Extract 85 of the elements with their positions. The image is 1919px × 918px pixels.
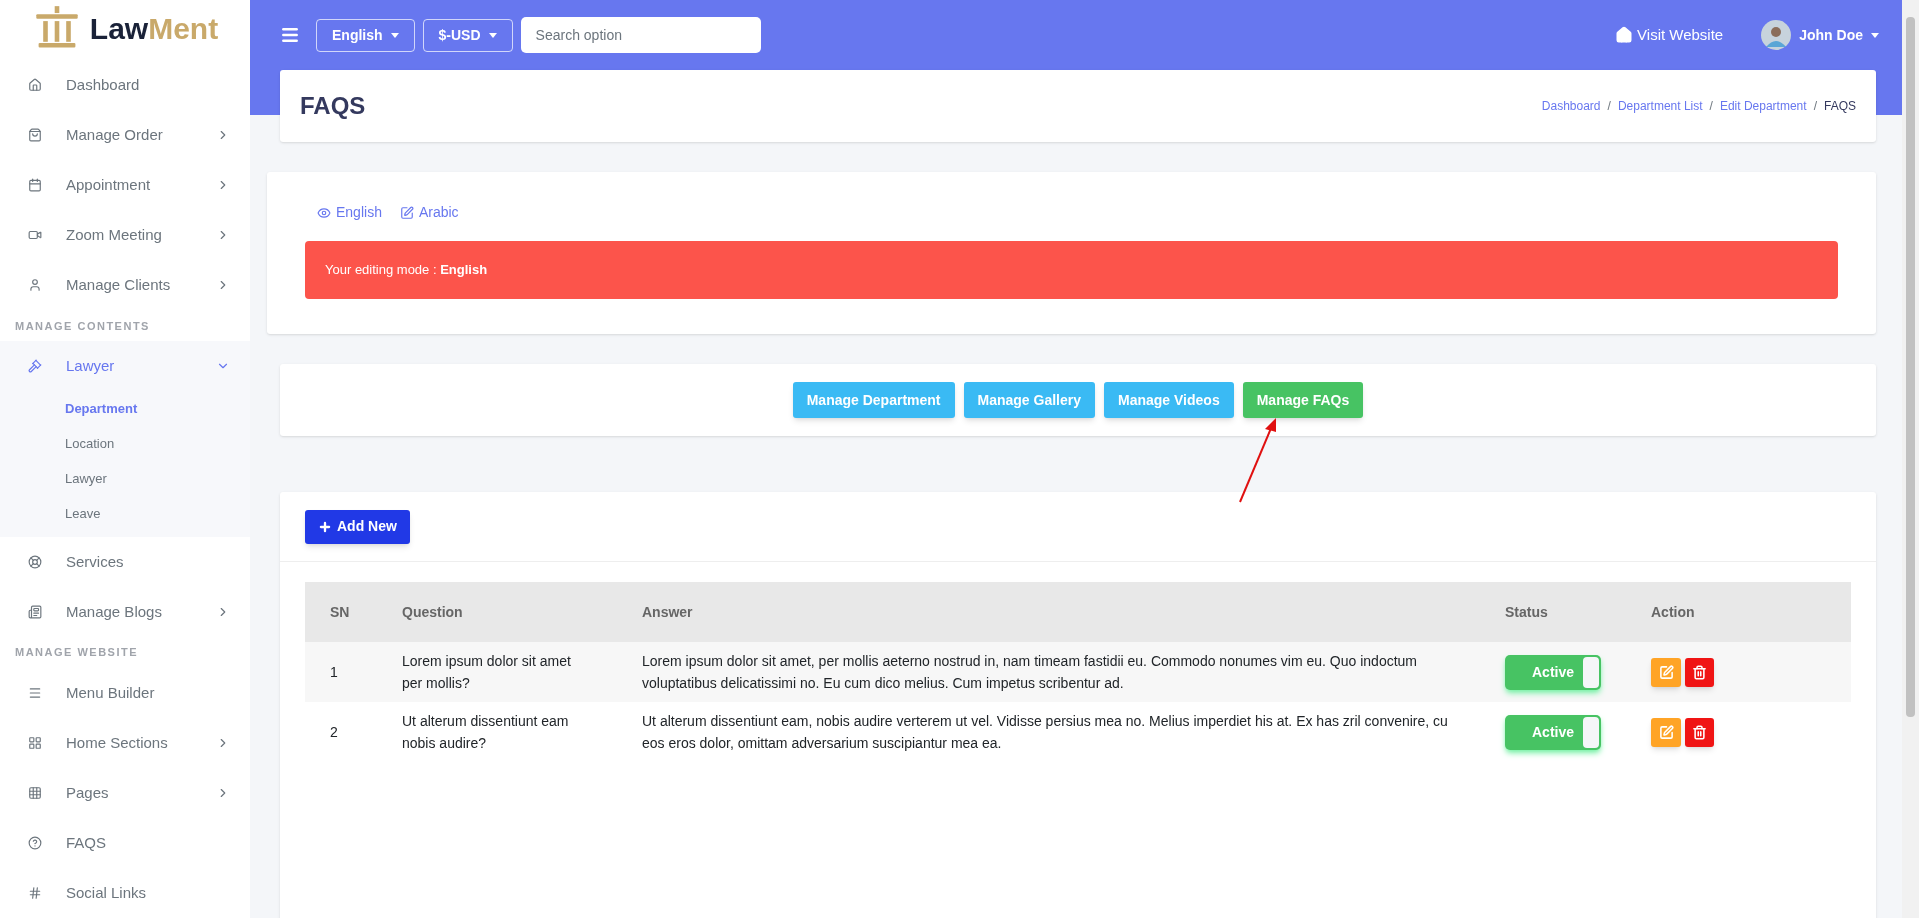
breadcrumb-current: FAQS: [1824, 98, 1856, 115]
status-toggle[interactable]: Active: [1505, 654, 1601, 690]
sidebar-heading: MANAGE WEBSITE: [14, 645, 140, 661]
edit-icon: [1658, 724, 1674, 740]
table-cell: 2: [305, 702, 377, 762]
caret-icon: [488, 32, 497, 38]
trash-icon: [1692, 724, 1707, 740]
eye-icon: [317, 205, 331, 220]
breadcrumb-link[interactable]: Edit Department: [1719, 97, 1807, 115]
edit-button[interactable]: [1651, 717, 1681, 747]
add-new-button[interactable]: Add New: [305, 509, 410, 544]
calendar-icon: [28, 178, 42, 193]
sidebar-item[interactable]: Social Links: [0, 868, 250, 918]
submenu-item[interactable]: Department: [0, 391, 250, 427]
brand-name: LawMent: [89, 10, 219, 47]
edit-icon: [399, 205, 414, 220]
section-button[interactable]: Manage Videos: [1104, 382, 1234, 418]
avatar: [1761, 20, 1792, 50]
edit-button[interactable]: [1651, 657, 1681, 687]
table-cell: 1: [305, 642, 377, 702]
bag-icon: [28, 128, 42, 143]
alert-text: Your editing mode : English: [325, 261, 488, 280]
status-toggle[interactable]: Active: [1505, 714, 1601, 750]
grid-icon: [28, 786, 42, 800]
breadcrumb-separator: /: [1607, 98, 1611, 115]
delete-button[interactable]: [1685, 717, 1714, 747]
submenu-item[interactable]: Leave: [0, 496, 250, 532]
section-button[interactable]: Manage FAQs: [1242, 382, 1364, 418]
lifebuoy-icon: [28, 555, 42, 570]
column-header: Answer: [617, 582, 1480, 642]
table-cell: Lorem ipsum dolor sit amet per mollis?: [377, 642, 617, 702]
sidebar-heading: MANAGE CONTENTS: [14, 318, 151, 334]
section-button[interactable]: Manage Department: [792, 382, 955, 418]
sidebar-item[interactable]: Zoom Meeting: [0, 210, 250, 261]
edit-icon: [1658, 664, 1674, 680]
breadcrumb-link[interactable]: Dashboard: [1541, 97, 1601, 115]
user-icon: [28, 278, 42, 293]
sidebar-item[interactable]: Manage Blogs: [0, 587, 250, 638]
currency-dropdown[interactable]: $-USD: [422, 18, 513, 52]
breadcrumb-separator: /: [1709, 98, 1713, 115]
column-header: Status: [1480, 582, 1626, 642]
sidebar-item[interactable]: Menu Builder: [0, 668, 250, 718]
table-cell: Lorem ipsum dolor sit amet, per mollis aeterno nostrud in, nam timeam fastidii eu. Commodo nonumes vim eu. Quo indoctum voluptatibus delicatissimi no. Eu cum dico melius. Cum impetus scribentur ad.: [617, 642, 1480, 702]
newspaper-icon: [28, 605, 42, 620]
visit-website-link[interactable]: Visit Website: [1615, 23, 1724, 47]
section-button[interactable]: Manage Gallery: [963, 382, 1095, 418]
page-title: FAQS: [300, 91, 367, 121]
language-dropdown[interactable]: English: [316, 18, 415, 52]
column-header: Question: [377, 582, 617, 642]
breadcrumb-separator: /: [1813, 98, 1817, 115]
language-tab[interactable]: Arabic: [399, 202, 459, 223]
sidebar-item[interactable]: Appointment: [0, 160, 250, 211]
help-icon: [28, 836, 42, 850]
sidebar-item[interactable]: Manage Order: [0, 110, 250, 161]
delete-button[interactable]: [1685, 657, 1714, 687]
table-cell: Ut alterum dissentiunt eam, nobis audire verterem ut vel. Vidisse persius mea no. Melius imperdiet his at. Ex has zril convenire, cu eos eros dolor, omittam adversarium suscipiantur mea ea.: [617, 702, 1480, 762]
caret-icon: [1871, 32, 1879, 38]
column-header: Action: [1626, 582, 1851, 642]
toggle-knob: [1583, 656, 1599, 688]
user-menu[interactable]: John Doe: [1799, 24, 1879, 46]
gavel-icon: [28, 359, 42, 374]
sidebar-item[interactable]: Home Sections: [0, 718, 250, 768]
sidebar-item[interactable]: Manage Clients: [0, 260, 250, 311]
grid-icon: [28, 736, 42, 750]
sidebar-item[interactable]: FAQS: [0, 818, 250, 868]
sidebar-item[interactable]: Dashboard: [0, 60, 250, 111]
sidebar-item[interactable]: Lawyer: [0, 341, 250, 392]
caret-icon: [390, 32, 399, 38]
trash-icon: [1692, 664, 1707, 680]
column-header: SN: [305, 582, 377, 642]
breadcrumb-link[interactable]: Department List: [1617, 97, 1703, 115]
menu-icon[interactable]: [280, 25, 300, 45]
plus-icon: [318, 519, 332, 534]
search-field[interactable]: Search option: [520, 17, 761, 53]
submenu-item[interactable]: Lawyer: [0, 461, 250, 497]
menu-icon: [28, 686, 42, 700]
home-icon: [1615, 26, 1634, 44]
table-cell: Ut alterum dissentiunt eam nobis audire?: [377, 702, 617, 762]
language-tab[interactable]: English: [317, 202, 382, 223]
submenu-item[interactable]: Location: [0, 426, 250, 462]
home-icon: [28, 78, 42, 93]
toggle-knob: [1583, 716, 1599, 748]
sidebar-item[interactable]: Services: [0, 537, 250, 588]
sidebar-item[interactable]: Pages: [0, 768, 250, 818]
hash-icon: [28, 886, 42, 900]
